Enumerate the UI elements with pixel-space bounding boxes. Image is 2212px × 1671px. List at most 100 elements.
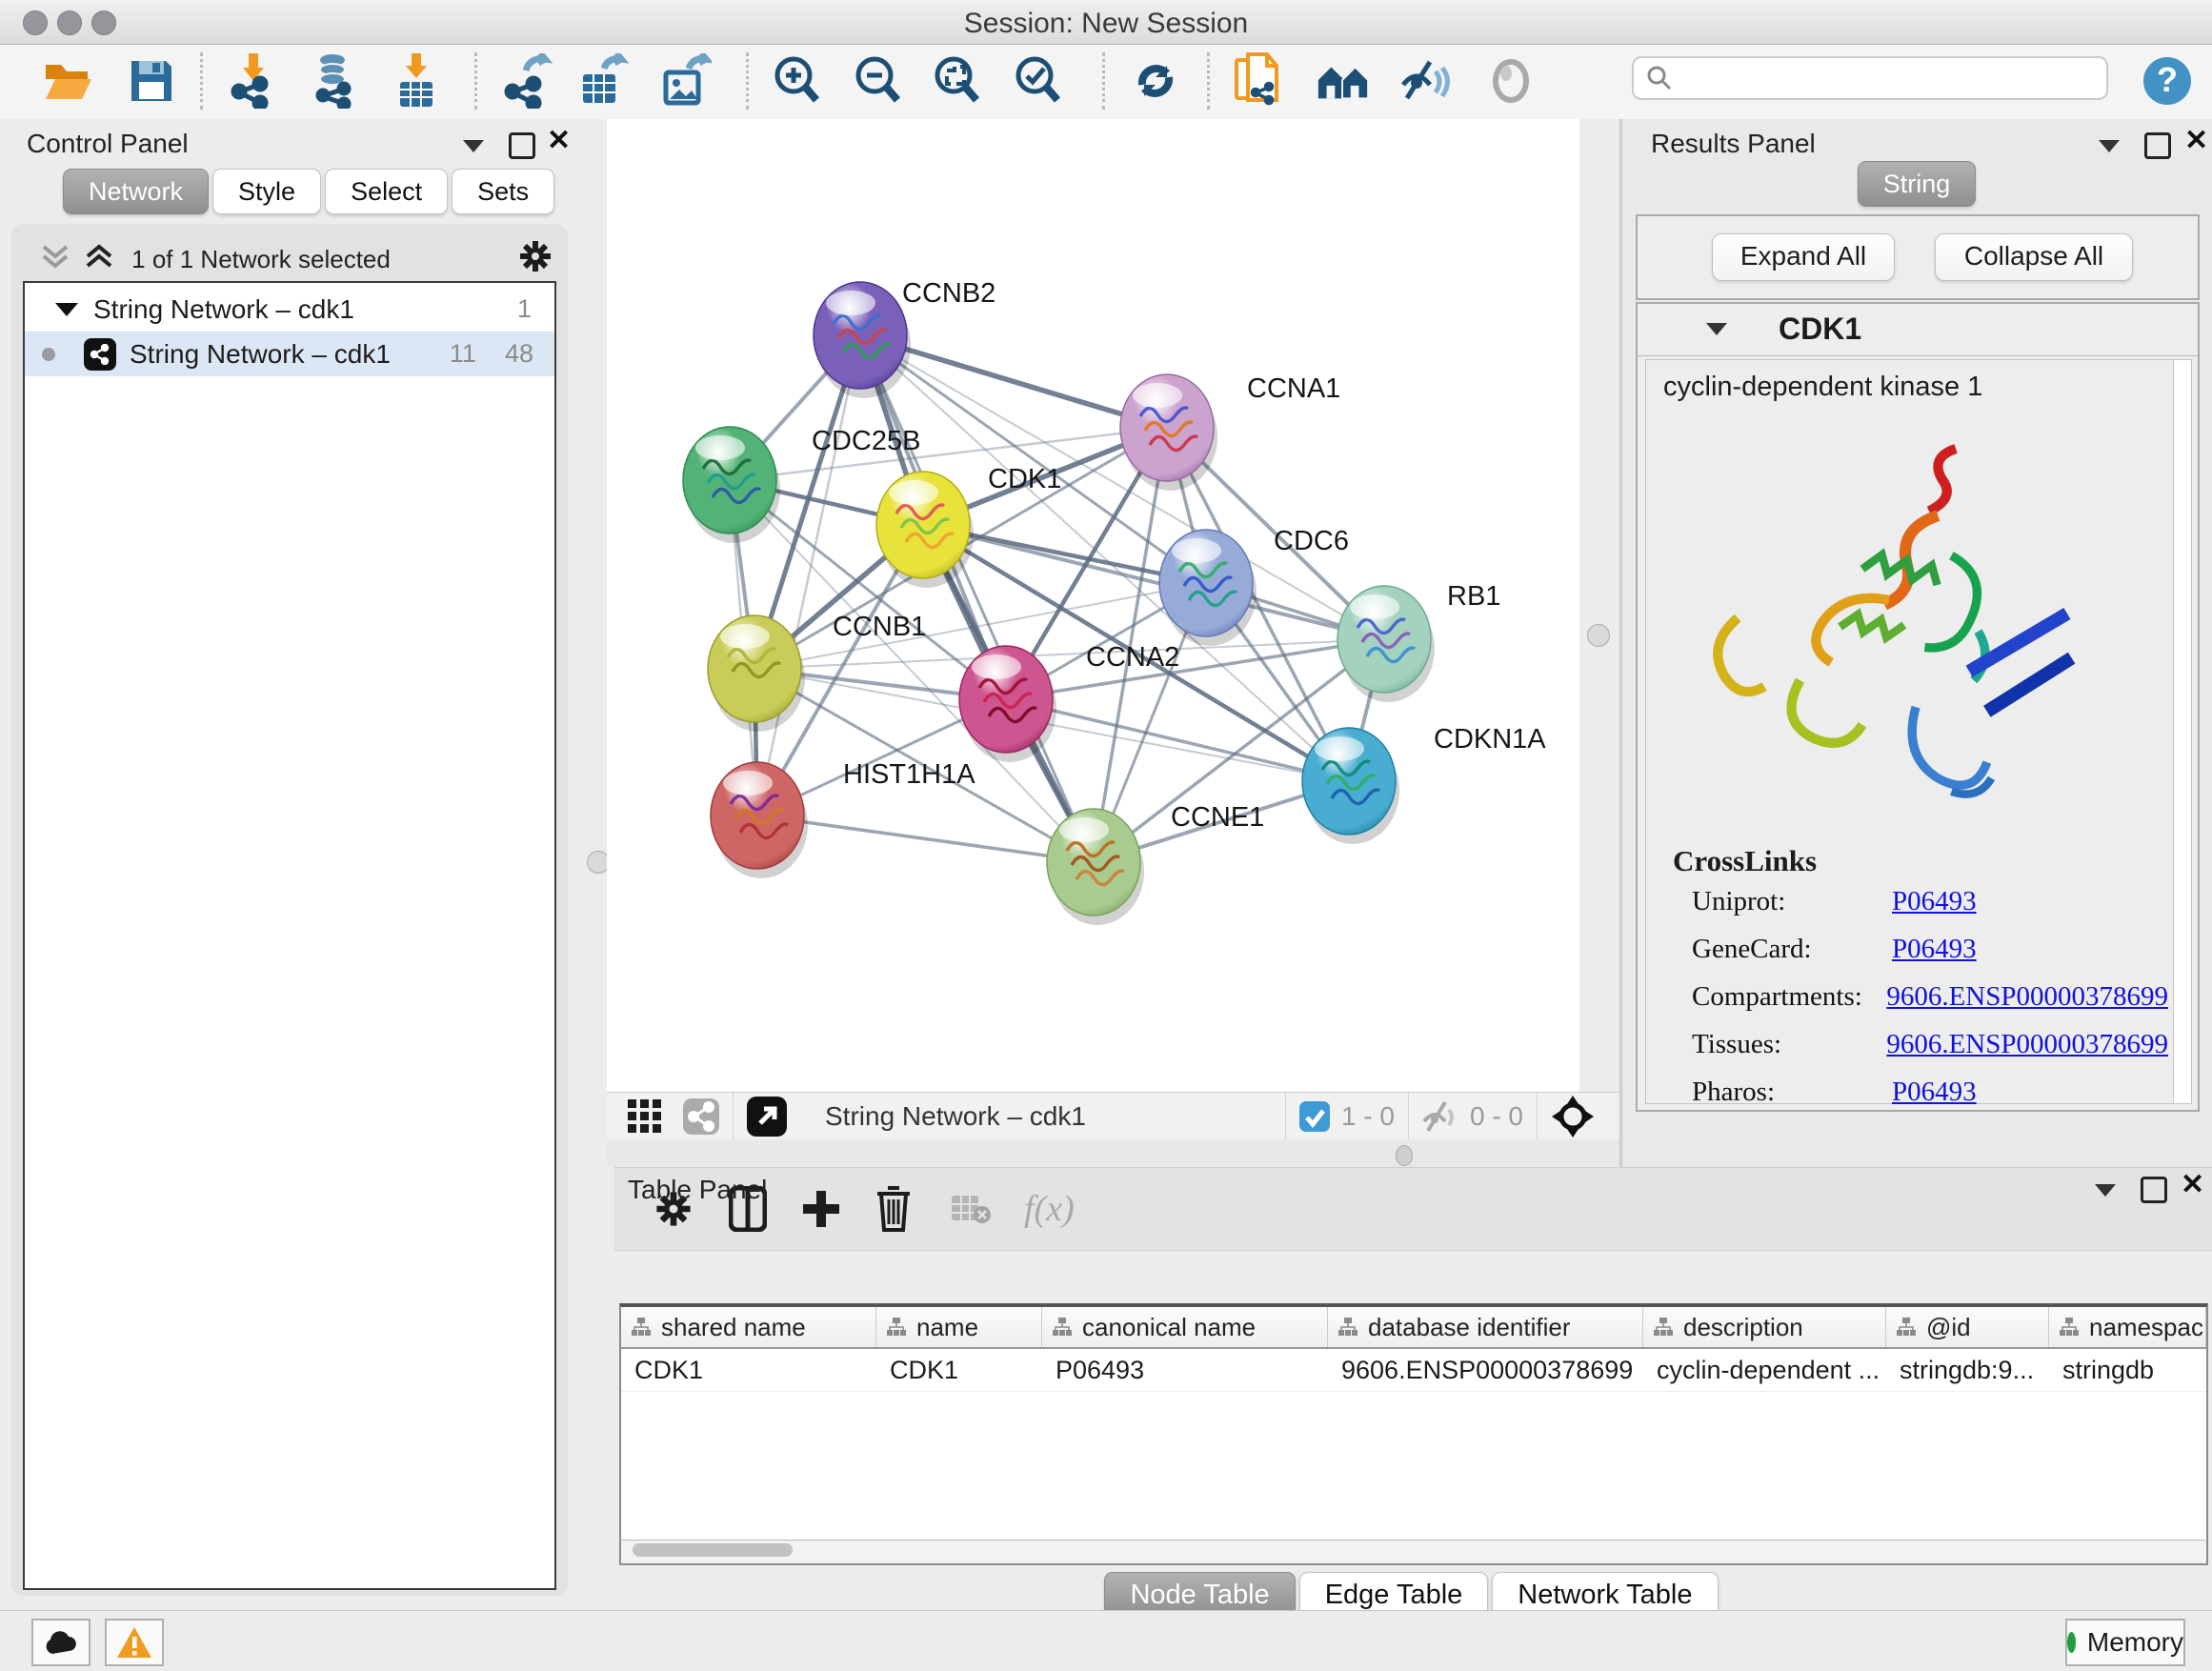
crosslink-value-link[interactable]: 9606.ENSP00000378699	[1886, 1029, 2168, 1060]
open-session-button[interactable]	[40, 52, 97, 110]
network-node-RB1[interactable]: RB1	[1337, 581, 1500, 702]
collection-count: 1	[517, 294, 532, 324]
add-column-plus-icon[interactable]	[801, 1189, 841, 1229]
tab-network[interactable]: Network	[63, 169, 209, 214]
column-header-shared-name[interactable]: shared name	[621, 1307, 876, 1347]
export-network-button[interactable]	[498, 52, 555, 110]
expand-all-button[interactable]: Expand All	[1712, 233, 1895, 281]
table-cell[interactable]: CDK1	[876, 1349, 1042, 1391]
network-node-CDK1[interactable]: CDK1	[876, 464, 1061, 588]
control-panel-menu-caret-icon[interactable]	[463, 140, 484, 152]
tab-style[interactable]: Style	[212, 169, 321, 214]
network-share-icon[interactable]	[683, 1098, 719, 1135]
zoom-fit-button[interactable]	[929, 52, 986, 110]
right-splitter-handle[interactable]	[1587, 624, 1610, 647]
table-cell[interactable]: P06493	[1042, 1349, 1328, 1391]
zoom-in-button[interactable]	[769, 52, 826, 110]
save-session-button[interactable]	[123, 52, 180, 110]
help-button[interactable]: ?	[2139, 52, 2196, 110]
network-node-CCNA1[interactable]: CCNA1	[1120, 373, 1340, 491]
table-cell[interactable]: stringdb:9...	[1886, 1349, 2049, 1391]
network-node-HIST1H1A[interactable]: HIST1H1A	[711, 759, 975, 878]
network-node-CCNB2[interactable]: CCNB2	[814, 278, 995, 398]
birdseye-grid-icon[interactable]	[628, 1099, 662, 1134]
toolbar-divider	[1102, 52, 1105, 110]
center-view-crosshair-icon[interactable]	[1551, 1095, 1595, 1138]
column-header--id[interactable]: @id	[1886, 1307, 2049, 1347]
table-panel-float-button[interactable]	[2141, 1177, 2167, 1203]
warnings-button[interactable]	[105, 1619, 164, 1666]
selected-checkbox-icon[interactable]	[1299, 1101, 1330, 1132]
search-field[interactable]	[1632, 56, 2108, 100]
warning-triangle-icon	[116, 1626, 152, 1659]
table-toolbar: f(x)	[614, 1167, 2212, 1251]
tab-select[interactable]: Select	[325, 169, 448, 214]
cloud-status-button[interactable]	[31, 1619, 90, 1666]
control-panel-float-button[interactable]	[509, 132, 535, 159]
column-header-name[interactable]: name	[876, 1307, 1042, 1347]
export-table-button[interactable]	[574, 52, 632, 110]
column-header-namespac[interactable]: namespac	[2049, 1307, 2206, 1347]
column-header-description[interactable]: description	[1643, 1307, 1886, 1347]
table-data-row[interactable]: CDK1CDK1P064939606.ENSP00000378699cyclin…	[621, 1349, 2206, 1392]
open-in-window-icon[interactable]	[747, 1097, 787, 1137]
network-node-CCNE1[interactable]: CCNE1	[1047, 802, 1264, 925]
network-edge-HIST1H1A-CCNE1[interactable]	[757, 815, 1094, 862]
new-network-from-selection-button[interactable]	[1231, 52, 1288, 110]
import-table-file-button[interactable]	[388, 52, 445, 110]
crosslink-row: Tissues:9606.ENSP00000378699	[1692, 1029, 2168, 1060]
network-row-selected[interactable]: String Network – cdk1 11 48	[25, 332, 554, 376]
entry-collapse-caret-icon[interactable]	[1706, 323, 1727, 335]
column-header-database-identifier[interactable]: database identifier	[1328, 1307, 1643, 1347]
crosslink-value-link[interactable]: P06493	[1892, 886, 1977, 917]
network-canvas[interactable]: CCNB2CCNA1CDC25BCDK1CDC6RB1CCNB1CCNA2CDK…	[607, 119, 1579, 1092]
tab-string[interactable]: String	[1858, 161, 1977, 207]
delete-trash-icon[interactable]	[875, 1186, 912, 1232]
table-horizontal-scrollbar[interactable]	[619, 1540, 2208, 1565]
table-cell[interactable]: 9606.ENSP00000378699	[1328, 1349, 1643, 1391]
gear-icon[interactable]	[516, 237, 554, 275]
network-node-CDC6[interactable]: CDC6	[1159, 526, 1349, 646]
crosslink-value-link[interactable]: P06493	[1892, 1077, 1977, 1108]
network-edge-CCNB2-HIST1H1A[interactable]	[757, 335, 860, 815]
entry-header[interactable]: CDK1	[1638, 304, 2198, 356]
network-collection-row[interactable]: String Network – cdk1 1	[25, 287, 554, 332]
crosslink-value-link[interactable]: 9606.ENSP00000378699	[1886, 981, 2168, 1013]
collapse-all-button[interactable]: Collapse All	[1935, 233, 2133, 281]
table-cell[interactable]: cyclin-dependent ...	[1643, 1349, 1886, 1391]
network-node-CDKN1A[interactable]: CDKN1A	[1302, 724, 1546, 844]
horizontal-splitter[interactable]	[607, 1139, 1619, 1167]
results-panel-close-button[interactable]: ✕	[2184, 131, 2208, 151]
show-all-button[interactable]	[1482, 52, 1539, 110]
control-panel: Control Panel ✕ NetworkStyleSelectSets 1…	[0, 119, 579, 1608]
zoom-selected-button[interactable]	[1010, 52, 1067, 110]
hide-selected-button[interactable]	[1397, 52, 1454, 110]
table-cell[interactable]: CDK1	[621, 1349, 876, 1391]
first-neighbors-button[interactable]	[1315, 52, 1372, 110]
scrollbar-thumb[interactable]	[633, 1543, 793, 1557]
crosslink-row: Pharos:P06493	[1692, 1077, 2168, 1108]
results-scrollbar[interactable]	[2173, 359, 2192, 1104]
import-network-file-button[interactable]	[225, 52, 282, 110]
column-header-canonical-name[interactable]: canonical name	[1042, 1307, 1328, 1347]
zoom-out-button[interactable]	[850, 52, 907, 110]
network-node-CCNA2[interactable]: CCNA2	[959, 642, 1179, 762]
memory-button[interactable]: Memory	[2065, 1619, 2185, 1666]
crosslink-value-link[interactable]: P06493	[1892, 934, 1977, 965]
zoom-out-icon	[852, 54, 905, 108]
table-panel-close-button[interactable]: ✕	[2181, 1175, 2204, 1196]
window-title: Session: New Session	[0, 8, 2212, 40]
horizontal-splitter-handle[interactable]	[1396, 1145, 1413, 1166]
control-panel-title: Control Panel	[27, 129, 189, 159]
tree-expand-caret-icon[interactable]	[55, 303, 78, 316]
table-panel-menu-caret-icon[interactable]	[2095, 1184, 2116, 1197]
control-panel-close-button[interactable]: ✕	[547, 131, 571, 151]
tab-sets[interactable]: Sets	[452, 169, 554, 214]
entry-detail: cyclin-dependent kinase 1	[1645, 359, 2190, 1104]
apply-layout-button[interactable]	[1127, 52, 1184, 110]
import-network-database-button[interactable]	[307, 52, 364, 110]
results-panel-menu-caret-icon[interactable]	[2099, 140, 2120, 152]
table-cell[interactable]: stringdb	[2049, 1349, 2206, 1391]
export-image-button[interactable]	[657, 52, 714, 110]
results-panel-float-button[interactable]	[2144, 132, 2171, 159]
